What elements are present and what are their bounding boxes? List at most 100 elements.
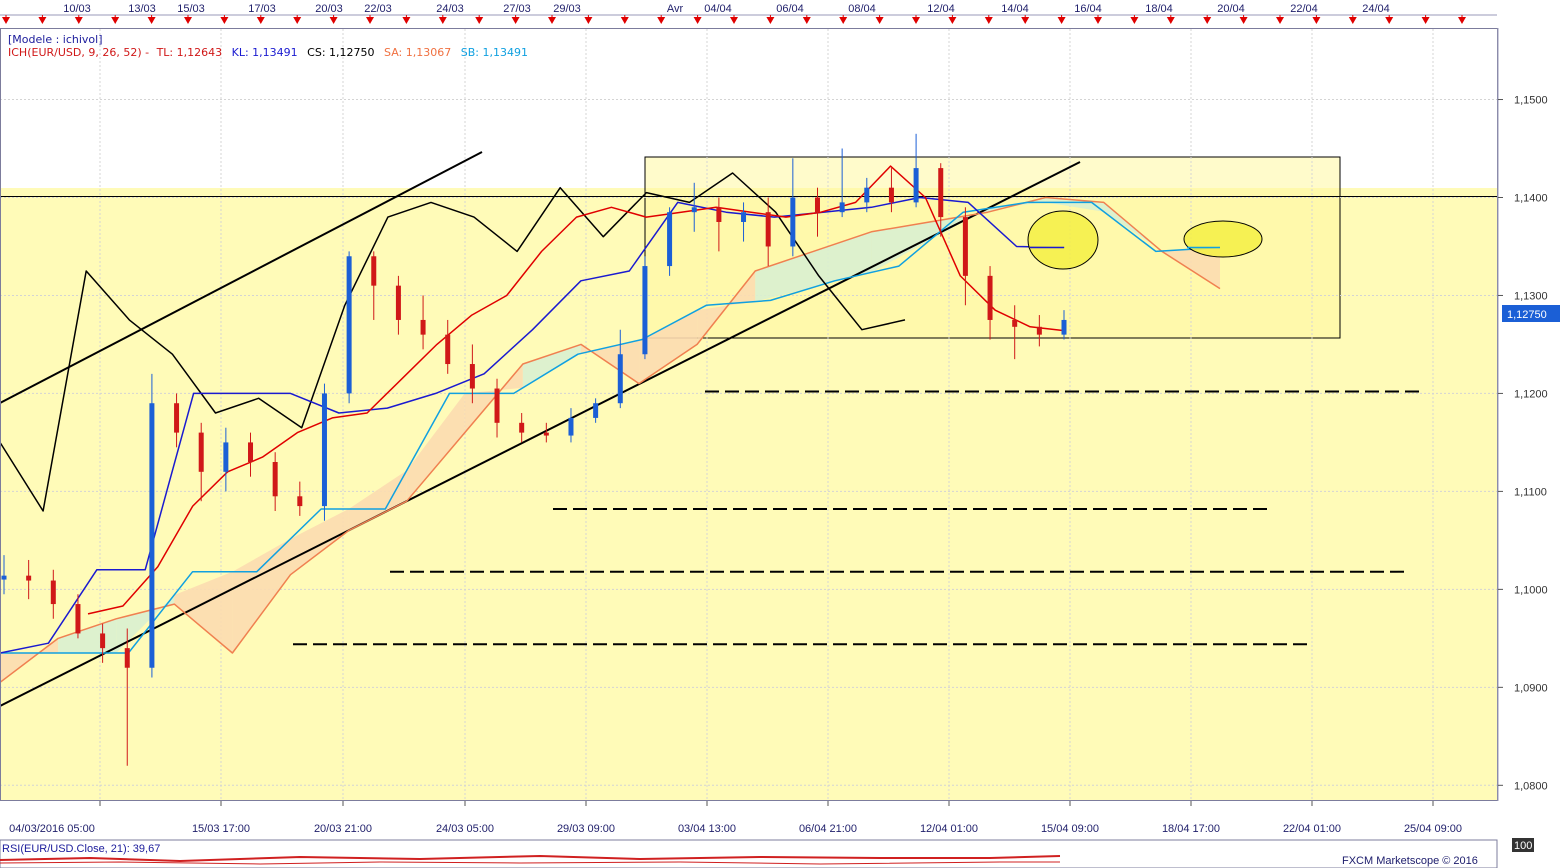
indicator-legend: ICH(EUR/USD, 9, 26, 52) - TL: 1,12643 KL… (8, 46, 528, 59)
date-tick-label: 20/03 21:00 (314, 823, 372, 835)
candle-body (691, 207, 697, 213)
top-date-label: 15/03 (177, 3, 205, 15)
date-tick-label: 25/04 09:00 (1404, 823, 1462, 835)
candle-body (1012, 319, 1018, 327)
price-tick-label: 1,1000 (1514, 584, 1548, 596)
model-label: [Modele : ichivol] (8, 33, 103, 46)
date-tick-label: 18/04 17:00 (1162, 823, 1220, 835)
price-tick-label: 1,1100 (1514, 486, 1547, 498)
rsi-label: RSI(EUR/USD.Close, 21): 39,67 (2, 843, 160, 855)
candle-body (568, 417, 574, 436)
top-date-label: 16/04 (1074, 3, 1102, 15)
price-tick-label: 1,0900 (1514, 682, 1548, 694)
candle-body (174, 403, 180, 433)
candle-body (371, 256, 377, 286)
candle-body (543, 432, 549, 436)
date-tick-label: 12/04 01:00 (920, 823, 978, 835)
top-date-label: 24/04 (1362, 3, 1390, 15)
candle-body (100, 633, 106, 649)
candle-body (888, 187, 894, 203)
top-date-label: Avr (667, 3, 684, 15)
candle-body (50, 580, 56, 605)
legend-tl: TL: 1,12643 (156, 46, 223, 59)
candle-body (864, 187, 870, 203)
rsi-scale-top: 100 (1514, 840, 1532, 852)
top-date-label: 04/04 (704, 3, 732, 15)
top-date-label: 14/04 (1001, 3, 1029, 15)
highlight-ellipse-2 (1183, 220, 1263, 258)
candle-body (790, 197, 796, 247)
top-date-label: 06/04 (776, 3, 804, 15)
date-tick-label: 22/04 01:00 (1283, 823, 1341, 835)
candle-body (962, 217, 968, 276)
top-date-label: 22/04 (1290, 3, 1318, 15)
top-date-label: 24/03 (436, 3, 464, 15)
candle-body (395, 285, 401, 320)
top-date-label: 12/04 (927, 3, 955, 15)
legend-kl: KL: 1,13491 (231, 46, 298, 59)
last-price-label: 1,12750 (1502, 305, 1560, 322)
candle-body (321, 393, 327, 507)
last-price-text: 1,12750 (1507, 309, 1547, 321)
date-tick-label: 03/04 13:00 (678, 823, 736, 835)
candle-body (223, 442, 229, 472)
top-date-label: 13/03 (128, 3, 156, 15)
date-tick-label: 24/03 05:00 (436, 823, 494, 835)
candle-body (938, 168, 944, 218)
top-date-label: 08/04 (848, 3, 876, 15)
candle-body (198, 432, 204, 472)
price-tick-label: 1,1300 (1514, 290, 1548, 302)
top-date-label: 18/04 (1145, 3, 1173, 15)
top-date-label: 29/03 (553, 3, 581, 15)
candle-body (469, 364, 475, 389)
candle-body (445, 334, 451, 365)
top-date-label: 20/04 (1217, 3, 1245, 15)
candle-body (420, 319, 426, 335)
footer-brand: FXCM Marketscope © 2016 (1342, 855, 1478, 867)
candle-body (839, 202, 845, 213)
candle-body (617, 354, 623, 404)
price-tick-label: 1,1500 (1514, 95, 1548, 107)
date-tick-label: 15/04 09:00 (1041, 823, 1099, 835)
candle-body (26, 575, 32, 581)
candle-body (494, 388, 500, 423)
candle-body (297, 496, 303, 507)
candle-body (765, 212, 771, 247)
candle-body (272, 462, 278, 497)
price-tick-label: 1,0800 (1514, 780, 1548, 792)
price-tick-label: 1,1400 (1514, 192, 1548, 204)
candle-body (814, 197, 820, 213)
candle-body (124, 648, 130, 668)
date-tick-label: 15/03 17:00 (192, 823, 250, 835)
candle-body (593, 403, 599, 418)
top-date-label: 17/03 (248, 3, 276, 15)
candle-body (1, 575, 7, 580)
price-tick-label: 1,1200 (1514, 388, 1548, 400)
candle-body (248, 442, 254, 463)
indicator-name: ICH(EUR/USD, 9, 26, 52) - (8, 46, 150, 59)
legend-sa: SA: 1,13067 (384, 46, 452, 59)
candle-body (1036, 326, 1042, 335)
candle-body (75, 604, 81, 634)
top-date-label: 22/03 (364, 3, 392, 15)
legend-sb: SB: 1,13491 (460, 46, 528, 59)
candle-body (1061, 319, 1067, 335)
price-chart: 10/03 13/03 15/03 17/03 20/03 22/03 24/03 27/03… (0, 0, 1568, 868)
legend-cs: CS: 1,12750 (307, 46, 375, 59)
candle-body (667, 212, 673, 267)
candle-body (642, 266, 648, 355)
candle-body (716, 207, 722, 222)
top-date-label: 10/03 (63, 3, 91, 15)
candle-body (741, 212, 747, 222)
candle-body (519, 422, 525, 433)
date-tick-label: 29/03 09:00 (557, 823, 615, 835)
date-tick-label: 04/03/2016 05:00 (9, 823, 95, 835)
date-tick-label: 06/04 21:00 (799, 823, 857, 835)
candle-body (987, 275, 993, 320)
highlight-ellipse-1 (1027, 210, 1099, 270)
candle-body (149, 403, 155, 668)
top-date-label: 20/03 (315, 3, 343, 15)
rsi-panel: RSI(EUR/USD.Close, 21): 39,67 100 FXCM M… (0, 838, 1534, 868)
top-date-label: 27/03 (503, 3, 531, 15)
candle-body (913, 168, 919, 203)
